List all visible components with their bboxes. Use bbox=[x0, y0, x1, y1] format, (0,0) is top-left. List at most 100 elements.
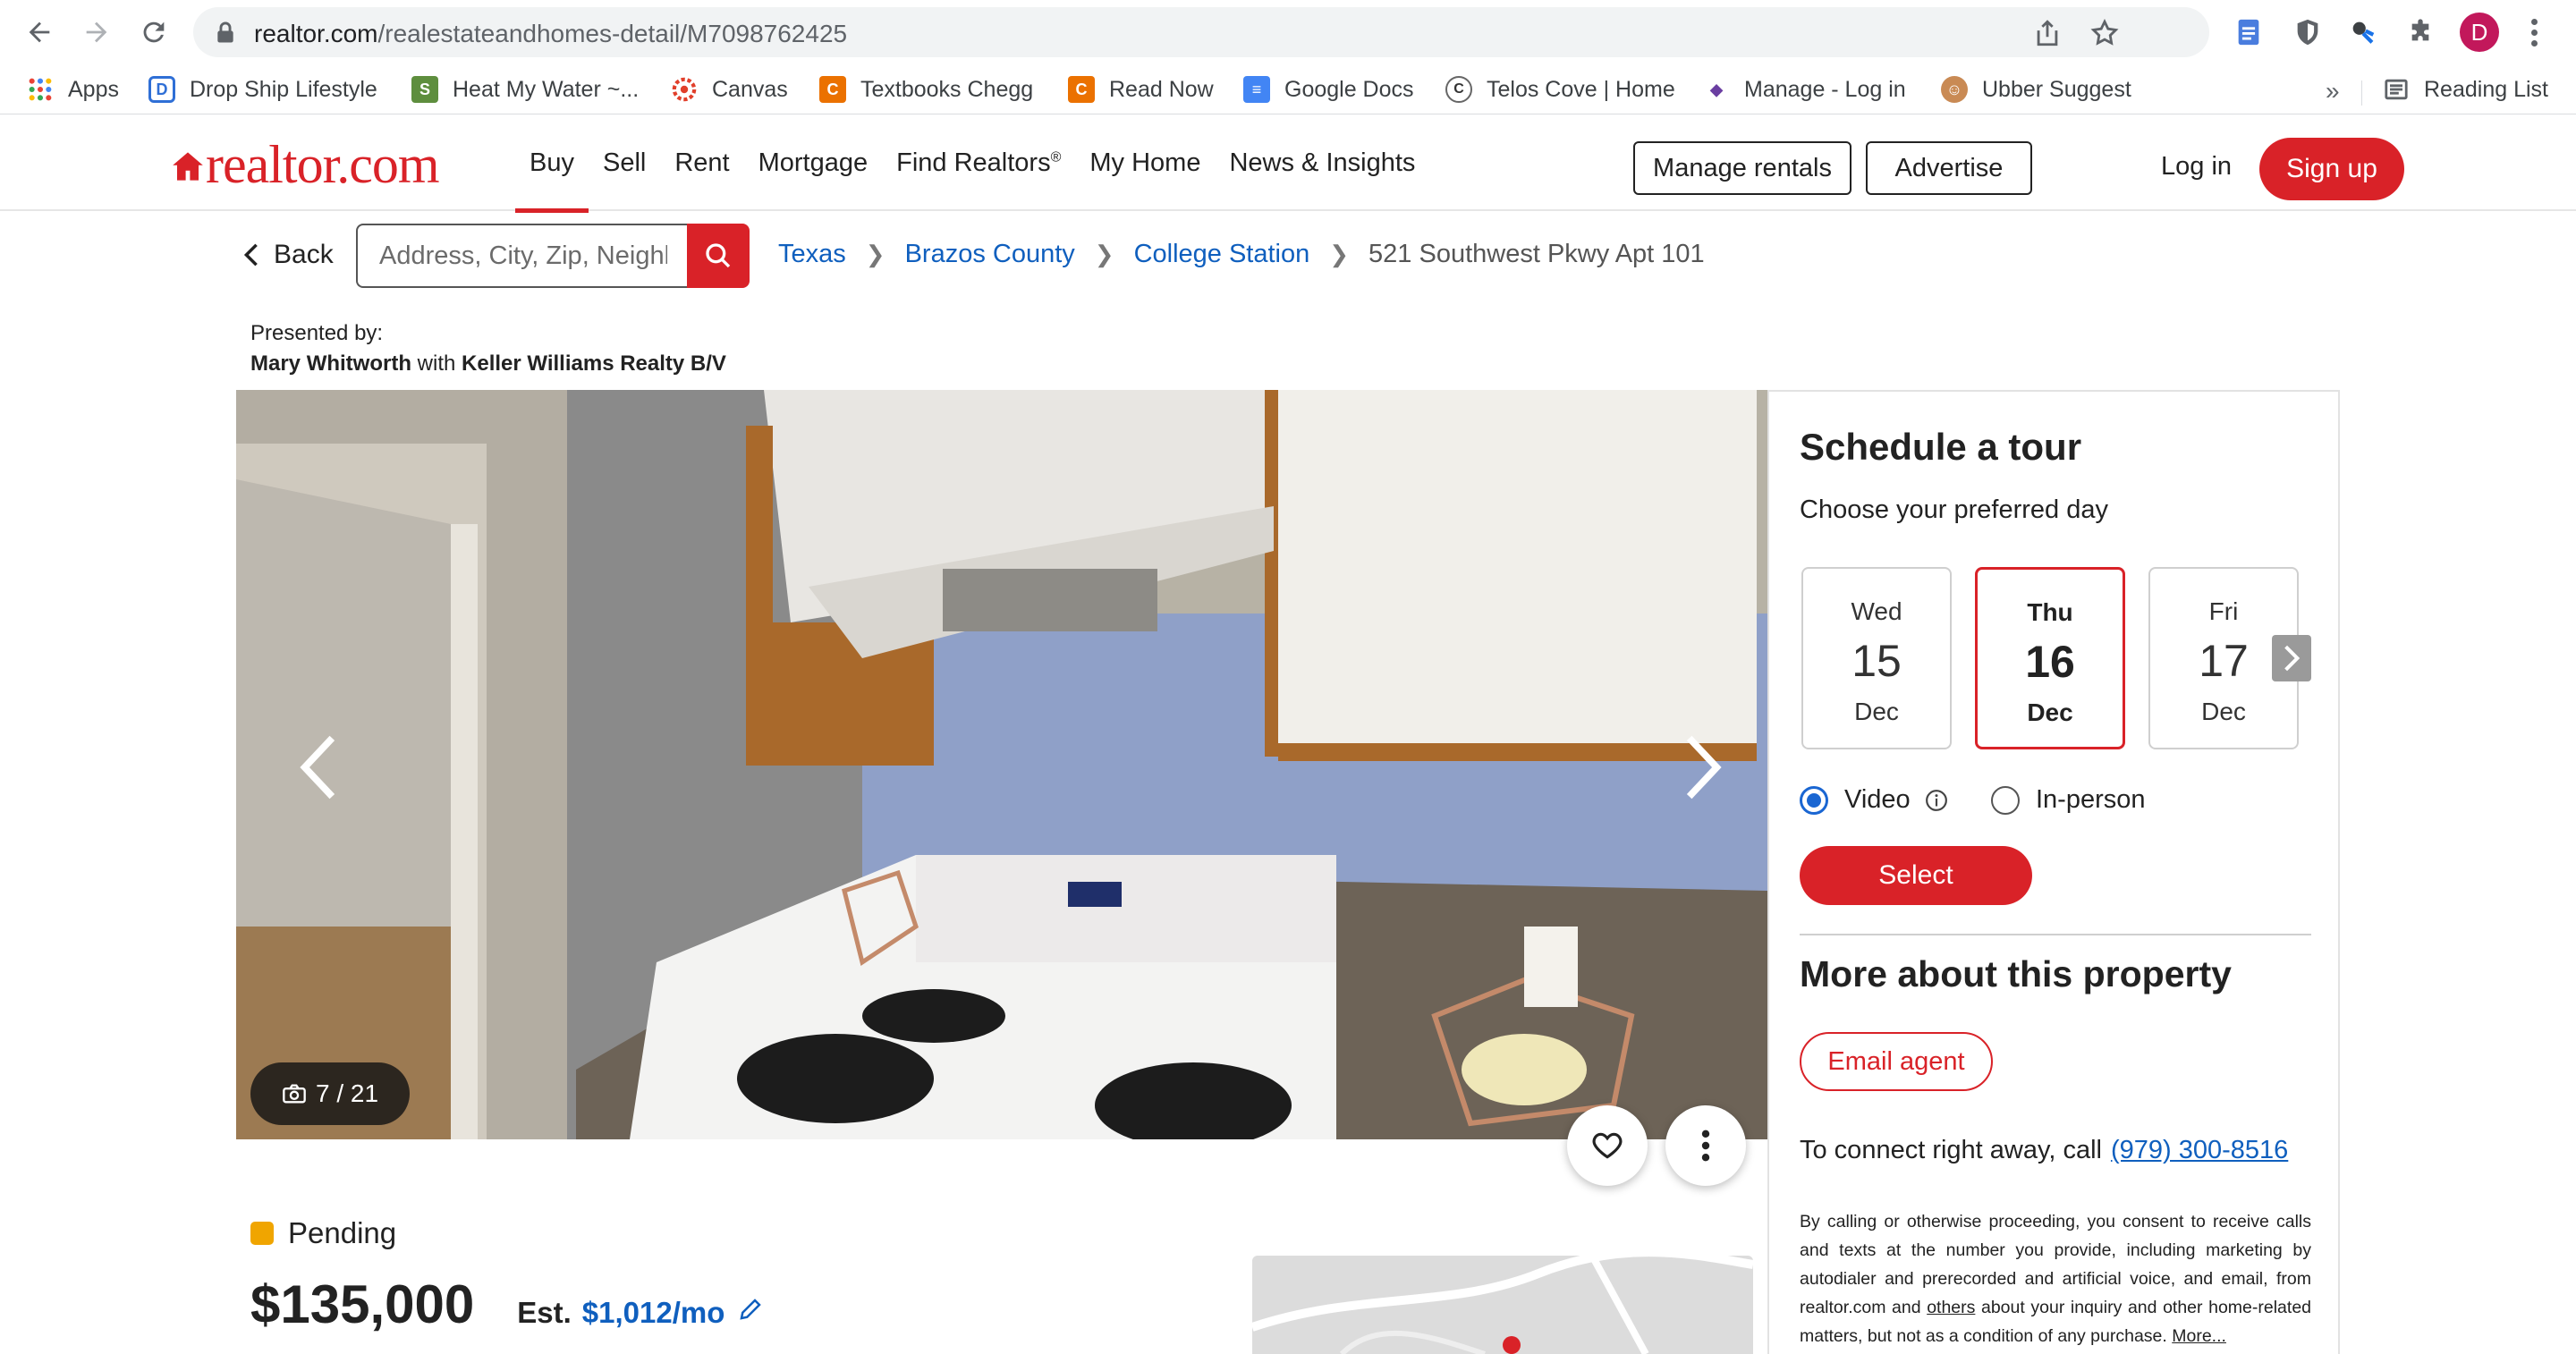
url-text: realtor.com/realestateandhomes-detail/M7… bbox=[254, 20, 848, 47]
price-row: $135,000 Est. $1,012/mo bbox=[250, 1274, 764, 1335]
signup-button[interactable]: Sign up bbox=[2259, 138, 2404, 200]
google-docs-icon: ≡ bbox=[1243, 76, 1270, 103]
agent-name[interactable]: Mary Whitworth bbox=[250, 351, 411, 376]
pencil-icon[interactable] bbox=[737, 1296, 764, 1323]
chevron-left-icon bbox=[300, 735, 335, 800]
video-label: Video bbox=[1844, 785, 1911, 814]
profile-avatar[interactable]: D bbox=[2460, 13, 2499, 52]
address-bar[interactable]: realtor.com/realestateandhomes-detail/M7… bbox=[193, 7, 2209, 57]
chevron-right-icon bbox=[2284, 645, 2301, 672]
nav-mortgage[interactable]: Mortgage bbox=[744, 114, 883, 211]
gallery-next-button[interactable] bbox=[1667, 723, 1739, 812]
section-divider bbox=[1800, 934, 2311, 935]
day-option-thu[interactable]: Thu 16 Dec bbox=[1975, 567, 2125, 749]
status-label: Pending bbox=[288, 1216, 397, 1249]
status-badge: Pending bbox=[250, 1216, 396, 1250]
chevron-right-icon: ❯ bbox=[865, 241, 886, 267]
days-next-button[interactable] bbox=[2272, 635, 2311, 681]
login-link[interactable]: Log in bbox=[2161, 152, 2232, 182]
day-month: Dec bbox=[2201, 698, 2246, 725]
registered-mark: ® bbox=[1050, 149, 1062, 165]
photo-counter[interactable]: 7 / 21 bbox=[250, 1062, 410, 1125]
site-header: realtor.com Buy Sell Rent Mortgage Find … bbox=[0, 114, 2576, 213]
main-nav: Buy Sell Rent Mortgage Find Realtors® My… bbox=[515, 114, 1429, 213]
nav-buy[interactable]: Buy bbox=[515, 114, 589, 213]
bookmark-manage-login[interactable]: ◆ Manage - Log in bbox=[1703, 73, 1906, 106]
monthly-estimate-link[interactable]: $1,012/mo bbox=[582, 1296, 725, 1330]
more-link[interactable]: More... bbox=[2172, 1326, 2226, 1346]
back-link[interactable]: Back bbox=[242, 240, 334, 270]
brokerage-name: Keller Williams Realty B/V bbox=[462, 351, 726, 376]
puzzle-extensions-icon[interactable] bbox=[2402, 14, 2438, 50]
back-label: Back bbox=[274, 240, 334, 269]
bookmark-apps[interactable]: Apps bbox=[27, 73, 119, 106]
advertise-button[interactable]: Advertise bbox=[1866, 141, 2032, 195]
breadcrumb-current-address: 521 Southwest Pkwy Apt 101 bbox=[1368, 240, 1705, 268]
email-agent-button[interactable]: Email agent bbox=[1800, 1032, 1993, 1091]
breadcrumb-college-station[interactable]: College Station bbox=[1134, 240, 1310, 269]
info-icon[interactable] bbox=[1925, 789, 1948, 812]
bookmark-textbooks-chegg[interactable]: C Textbooks Chegg bbox=[819, 73, 1033, 106]
breadcrumb-texas[interactable]: Texas bbox=[778, 240, 846, 269]
shield-extension-icon[interactable] bbox=[2290, 14, 2326, 50]
search-field bbox=[356, 224, 689, 288]
nav-news-insights[interactable]: News & Insights bbox=[1215, 114, 1429, 211]
search-input[interactable] bbox=[358, 225, 689, 286]
tour-type-in-person[interactable]: In-person bbox=[1991, 785, 2146, 815]
forward-arrow-icon[interactable] bbox=[77, 13, 116, 52]
breadcrumb-brazos-county[interactable]: Brazos County bbox=[905, 240, 1075, 269]
radio-unselected[interactable] bbox=[1991, 785, 2020, 815]
chegg-icon: C bbox=[819, 76, 846, 103]
chevron-right-icon: ❯ bbox=[1329, 241, 1350, 267]
day-month: Dec bbox=[2027, 698, 2073, 726]
map-thumbnail bbox=[1252, 1256, 1753, 1354]
gallery-prev-button[interactable] bbox=[283, 723, 354, 812]
satellite-extension-icon[interactable] bbox=[2345, 14, 2381, 50]
presented-label: Presented by: bbox=[250, 321, 384, 345]
share-icon[interactable] bbox=[2032, 18, 2063, 48]
bookmark-telos-cove[interactable]: C Telos Cove | Home bbox=[1445, 73, 1675, 106]
bookmarks-overflow-chevron[interactable]: » bbox=[2326, 77, 2340, 106]
browser-toolbar: realtor.com/realestateandhomes-detail/M7… bbox=[0, 0, 2576, 64]
nav-sell[interactable]: Sell bbox=[589, 114, 660, 211]
nav-rent[interactable]: Rent bbox=[660, 114, 743, 211]
save-favorite-button[interactable] bbox=[1567, 1105, 1648, 1186]
day-option-wed[interactable]: Wed 15 Dec bbox=[1801, 567, 1952, 749]
photo-gallery[interactable]: 7 / 21 bbox=[236, 390, 1767, 1139]
docs-extension-icon[interactable] bbox=[2231, 14, 2267, 50]
bookmark-heat-my-water[interactable]: S Heat My Water ~... bbox=[411, 73, 639, 106]
radio-selected[interactable] bbox=[1800, 785, 1828, 815]
chevron-right-icon: ❯ bbox=[1094, 241, 1114, 267]
realtor-logo[interactable]: realtor.com bbox=[172, 135, 440, 194]
search-button[interactable] bbox=[687, 224, 750, 288]
day-of-week: Thu bbox=[2027, 598, 2073, 626]
nav-find-realtors[interactable]: Find Realtors® bbox=[882, 114, 1075, 211]
bookmarks-divider bbox=[2361, 80, 2362, 106]
nav-my-home[interactable]: My Home bbox=[1075, 114, 1215, 211]
manage-icon: ◆ bbox=[1703, 76, 1730, 103]
logo-text: realtor.com bbox=[206, 135, 440, 194]
location-map[interactable] bbox=[1252, 1256, 1753, 1354]
reading-list[interactable]: Reading List bbox=[2383, 73, 2548, 106]
back-arrow-icon[interactable] bbox=[20, 13, 59, 52]
manage-rentals-button[interactable]: Manage rentals bbox=[1633, 141, 1852, 195]
bookmark-star-icon[interactable] bbox=[2089, 18, 2120, 48]
reading-list-icon bbox=[2383, 76, 2410, 103]
reload-icon[interactable] bbox=[134, 13, 174, 52]
bookmark-canvas[interactable]: Canvas bbox=[671, 73, 788, 106]
chrome-menu-icon[interactable] bbox=[2521, 13, 2547, 52]
listing-price: $135,000 bbox=[250, 1274, 475, 1334]
bookmark-google-docs[interactable]: ≡ Google Docs bbox=[1243, 73, 1414, 106]
bookmark-drop-ship-lifestyle[interactable]: D Drop Ship Lifestyle bbox=[148, 73, 377, 106]
estimate-label: Est. bbox=[517, 1296, 572, 1329]
chevron-left-icon bbox=[243, 243, 258, 267]
dropship-icon: D bbox=[148, 76, 175, 103]
bookmark-read-now[interactable]: C Read Now bbox=[1068, 73, 1214, 106]
others-link[interactable]: others bbox=[1927, 1298, 1975, 1317]
phone-link[interactable]: (979) 300-8516 bbox=[2111, 1136, 2288, 1164]
day-number: 15 bbox=[1852, 636, 1902, 686]
more-options-button[interactable] bbox=[1665, 1105, 1746, 1186]
bookmark-ubber-suggest[interactable]: ☺ Ubber Suggest bbox=[1941, 73, 2131, 106]
select-tour-button[interactable]: Select bbox=[1800, 846, 2032, 905]
tour-type-video[interactable]: Video bbox=[1800, 785, 1948, 815]
